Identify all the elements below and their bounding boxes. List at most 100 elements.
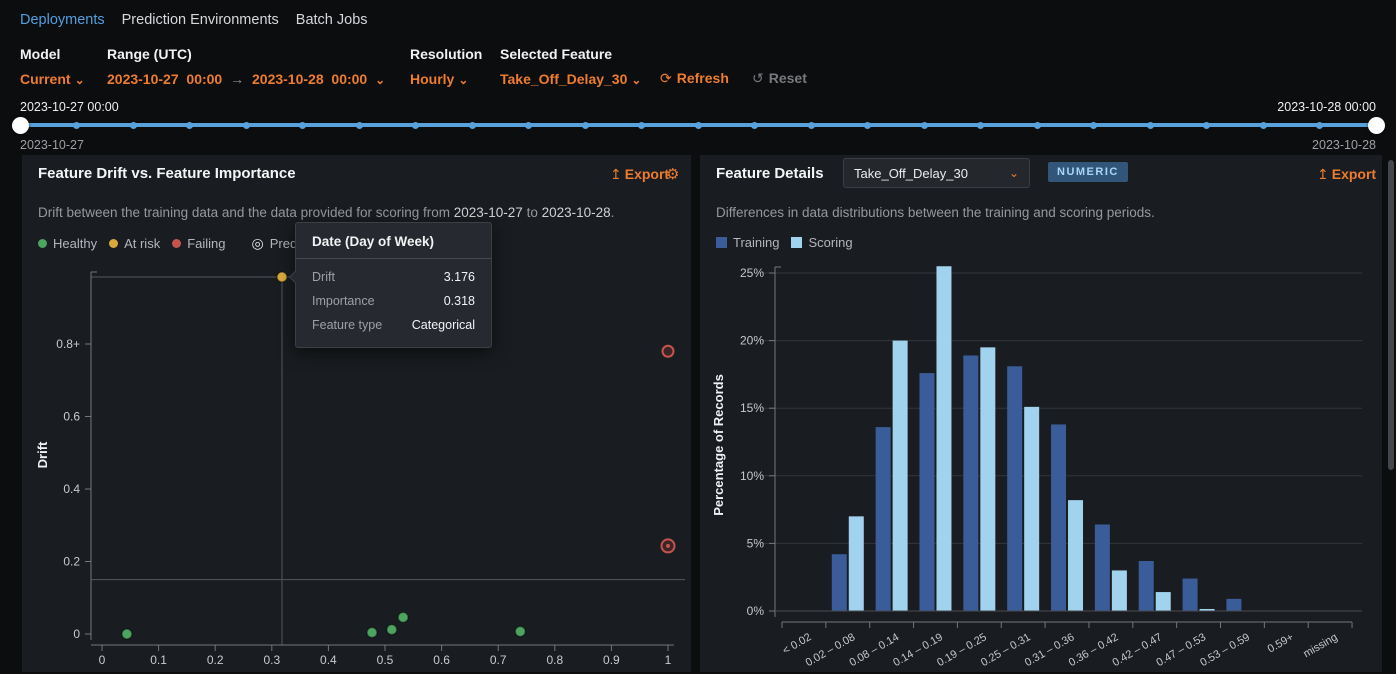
- histogram-bar-training[interactable]: [919, 373, 934, 611]
- slider-end-label: 2023-10-28 00:00: [1277, 100, 1376, 114]
- scatter-point-at-risk[interactable]: [277, 272, 287, 282]
- slider-tick-dot[interactable]: [695, 122, 702, 129]
- resolution-label: Resolution: [410, 46, 482, 62]
- histogram-bar-training[interactable]: [1007, 366, 1022, 611]
- scatter-point-healthy[interactable]: [367, 628, 377, 638]
- slider-tick-dot[interactable]: [1260, 122, 1267, 129]
- range-dropdown[interactable]: 2023-10-27 00:00 → 2023-10-28 00:00 ⌄: [107, 71, 385, 87]
- refresh-icon: ⟳: [660, 70, 672, 86]
- histogram-bar-scoring[interactable]: [1112, 570, 1127, 611]
- y-tick-label: 20%: [740, 334, 764, 348]
- slider-tick-dot[interactable]: [921, 122, 928, 129]
- slider-tick-dot[interactable]: [1316, 122, 1323, 129]
- slider-tick-dot[interactable]: [469, 122, 476, 129]
- x-tick-label: 0.7: [490, 653, 507, 667]
- histogram-bar-training[interactable]: [1095, 524, 1110, 611]
- y-tick-label: 25%: [740, 266, 764, 280]
- slider-tick-dot[interactable]: [1203, 122, 1210, 129]
- selected-feature-dropdown[interactable]: Take_Off_Delay_30⌄: [500, 71, 641, 87]
- y-tick-label: 0.8+: [56, 337, 80, 351]
- slider-handle-start[interactable]: [12, 117, 29, 134]
- histogram-bar-training[interactable]: [1183, 579, 1198, 611]
- slider-tick-dot[interactable]: [751, 122, 758, 129]
- slider-handle-end[interactable]: [1368, 117, 1385, 134]
- histogram-bar-training[interactable]: [1051, 424, 1066, 611]
- x-tick-label: 0.6: [433, 653, 450, 667]
- slider-tick-dot[interactable]: [1090, 122, 1097, 129]
- histogram-bar-scoring[interactable]: [1156, 592, 1171, 611]
- slider-tick-dot[interactable]: [1147, 122, 1154, 129]
- slider-start-label: 2023-10-27 00:00: [20, 100, 119, 114]
- drift-tooltip: Date (Day of Week) Drift3.176 Importance…: [295, 222, 492, 348]
- time-slider-track[interactable]: [20, 123, 1376, 127]
- y-tick-label: 0: [73, 627, 80, 641]
- scatter-point-healthy[interactable]: [398, 612, 408, 622]
- slider-tick-dot[interactable]: [243, 122, 250, 129]
- slider-tick-dot[interactable]: [73, 122, 80, 129]
- x-tick-label: 0.5: [377, 653, 394, 667]
- histogram-bar-training[interactable]: [1226, 599, 1241, 611]
- refresh-button[interactable]: ⟳Refresh: [660, 70, 729, 87]
- resolution-dropdown[interactable]: Hourly⌄: [410, 71, 482, 87]
- page-scrollbar[interactable]: [1388, 160, 1394, 470]
- slider-tick-dot[interactable]: [130, 122, 137, 129]
- scatter-point-healthy[interactable]: [387, 625, 397, 635]
- histogram-bar-scoring[interactable]: [980, 347, 995, 611]
- x-tick-label: 0.4: [320, 653, 337, 667]
- x-tick-label: 1: [665, 653, 672, 667]
- scatter-point-healthy[interactable]: [122, 629, 132, 639]
- slider-tick-dot[interactable]: [808, 122, 815, 129]
- histogram-bar-training[interactable]: [1139, 561, 1154, 611]
- histogram-bar-training[interactable]: [832, 554, 847, 611]
- slider-tick-dot[interactable]: [356, 122, 363, 129]
- slider-tick-dot[interactable]: [299, 122, 306, 129]
- deployment-dashboard: Deployments Prediction Environments Batc…: [0, 0, 1396, 674]
- scatter-point-prediction-center: [666, 544, 670, 548]
- histogram-bar-training[interactable]: [963, 355, 978, 611]
- tooltip-row-feature-type: Feature typeCategorical: [296, 313, 491, 337]
- model-label: Model: [20, 46, 85, 62]
- chevron-down-icon: ⌄: [75, 73, 85, 87]
- y-tick-label: 10%: [740, 469, 764, 483]
- y-tick-label: 0.2: [63, 555, 80, 569]
- slider-tick-dot[interactable]: [977, 122, 984, 129]
- histogram-bar-scoring[interactable]: [893, 341, 908, 611]
- feature-histogram-chart[interactable]: 0%5%10%15%20%25%Percentage of Records< 0…: [700, 155, 1382, 672]
- histogram-bar-training[interactable]: [876, 427, 891, 611]
- feature-drift-panel: Feature Drift vs. Feature Importance ↥Ex…: [22, 155, 691, 672]
- slider-tick-dot[interactable]: [525, 122, 532, 129]
- slider-end-date: 2023-10-28: [1312, 138, 1376, 152]
- histogram-bar-scoring[interactable]: [849, 516, 864, 611]
- range-label: Range (UTC): [107, 46, 385, 62]
- y-tick-label: 0.4: [63, 482, 80, 496]
- y-tick-label: 0%: [747, 604, 765, 618]
- selected-feature-control: Selected Feature Take_Off_Delay_30⌄: [500, 46, 641, 87]
- chevron-down-icon: ⌄: [458, 73, 468, 87]
- slider-tick-dot[interactable]: [582, 122, 589, 129]
- arrow-right-icon: →: [226, 71, 248, 87]
- range-from-date: 2023-10-27: [107, 71, 179, 87]
- slider-tick-dot[interactable]: [412, 122, 419, 129]
- scatter-point-failing[interactable]: [663, 346, 674, 357]
- selected-feature-label: Selected Feature: [500, 46, 641, 62]
- x-category-label: missing: [1301, 631, 1339, 660]
- nav-tab-prediction-environments[interactable]: Prediction Environments: [122, 12, 279, 28]
- slider-tick-dot[interactable]: [864, 122, 871, 129]
- slider-tick-dot[interactable]: [638, 122, 645, 129]
- slider-tick-dot[interactable]: [186, 122, 193, 129]
- y-axis-title: Percentage of Records: [711, 374, 726, 516]
- model-dropdown[interactable]: Current⌄: [20, 71, 85, 87]
- y-tick-label: 5%: [747, 536, 765, 550]
- x-category-label: 0.59+: [1266, 631, 1296, 655]
- slider-tick-dot[interactable]: [1034, 122, 1041, 129]
- range-from-time: 00:00: [186, 71, 222, 87]
- histogram-bar-scoring[interactable]: [1024, 407, 1039, 611]
- histogram-bar-scoring[interactable]: [1068, 500, 1083, 611]
- nav-tab-batch-jobs[interactable]: Batch Jobs: [296, 12, 368, 28]
- y-tick-label: 15%: [740, 401, 764, 415]
- reset-button[interactable]: ↺Reset: [752, 70, 807, 87]
- chevron-down-icon: ⌄: [631, 73, 641, 87]
- scatter-point-healthy[interactable]: [515, 626, 525, 636]
- histogram-bar-scoring[interactable]: [936, 266, 951, 611]
- nav-tab-deployments[interactable]: Deployments: [20, 12, 105, 28]
